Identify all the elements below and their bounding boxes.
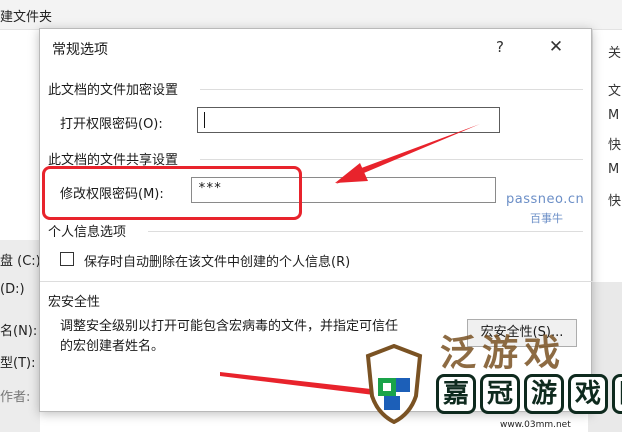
logo-url: www.03mm.net bbox=[500, 420, 571, 430]
watermark-brand: 百事牛 bbox=[530, 212, 563, 225]
watermark-site: passneo.cn bbox=[506, 192, 585, 207]
logo-char: 游 bbox=[524, 374, 564, 414]
site-logo-overlay: 泛游戏 嘉 冠 游 戏 网 www.03mm.net bbox=[350, 333, 622, 432]
logo-char: 冠 bbox=[480, 374, 520, 414]
shield-logo-icon bbox=[365, 344, 423, 424]
logo-char: 戏 bbox=[568, 374, 608, 414]
logo-characters: 嘉 冠 游 戏 网 bbox=[436, 374, 622, 414]
logo-char: 嘉 bbox=[436, 374, 476, 414]
logo-top-text: 泛游戏 bbox=[440, 333, 567, 374]
logo-char: 网 bbox=[612, 374, 622, 414]
